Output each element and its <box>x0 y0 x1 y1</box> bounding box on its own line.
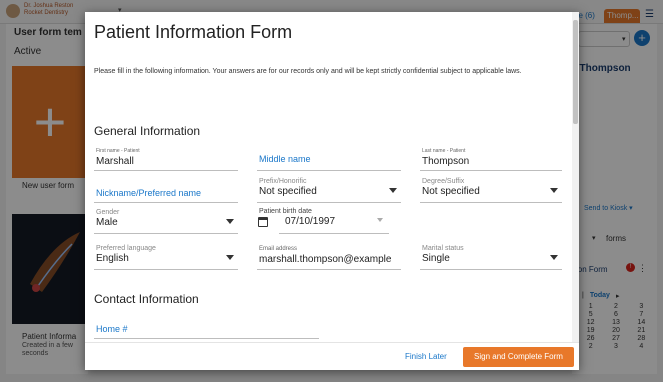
dialog-footer: Finish Later Sign and Complete Form <box>85 342 579 370</box>
field-underline <box>94 269 238 270</box>
first-name-value: Marshall <box>96 156 134 167</box>
language-select[interactable]: Preferred language English <box>94 245 238 271</box>
email-value: marshall.thompson@example <box>259 254 392 265</box>
field-underline <box>94 170 238 171</box>
degree-select[interactable]: Degree/Suffix Not specified <box>420 178 562 204</box>
gender-select[interactable]: Gender Male <box>94 209 238 235</box>
finish-later-button[interactable]: Finish Later <box>405 349 447 365</box>
email-field[interactable]: Email address marshall.thompson@example <box>257 246 401 271</box>
language-value: English <box>96 253 129 264</box>
dropdown-arrow-icon <box>226 255 234 260</box>
birth-date-value: 07/10/1997 <box>285 216 336 227</box>
field-underline <box>257 170 401 171</box>
prefix-value: Not specified <box>259 186 317 197</box>
prefix-select[interactable]: Prefix/Honorific Not specified <box>257 178 401 204</box>
gender-label: Gender <box>96 209 120 216</box>
degree-label: Degree/Suffix <box>422 178 465 185</box>
contact-information-heading: Contact Information <box>94 292 199 306</box>
home-phone-placeholder: Home # <box>96 324 128 334</box>
last-name-field[interactable]: Last name - Patient Thompson <box>420 148 562 172</box>
field-underline <box>420 170 562 171</box>
email-label: Email address <box>259 246 298 252</box>
scrollbar-thumb[interactable] <box>573 20 578 124</box>
sign-and-complete-button[interactable]: Sign and Complete Form <box>463 347 574 367</box>
field-underline <box>94 202 238 203</box>
first-name-label: First name - Patient <box>96 148 140 154</box>
general-information-heading: General Information <box>94 124 201 138</box>
field-underline <box>94 338 319 339</box>
dialog-intro: Please fill in the following information… <box>94 68 522 75</box>
field-underline <box>257 269 401 270</box>
nickname-placeholder: Nickname/Preferred name <box>96 188 202 198</box>
field-underline <box>94 233 238 234</box>
middle-name-field[interactable]: Middle name <box>257 148 401 172</box>
marital-status-label: Marital status <box>422 245 464 252</box>
dropdown-arrow-icon <box>550 255 558 260</box>
middle-name-placeholder: Middle name <box>259 154 311 164</box>
nickname-field[interactable]: Nickname/Preferred name <box>94 180 238 204</box>
dropdown-arrow-icon <box>389 188 397 193</box>
degree-value: Not specified <box>422 186 480 197</box>
language-label: Preferred language <box>96 245 156 252</box>
dialog-title: Patient Information Form <box>94 22 293 42</box>
field-underline <box>420 202 562 203</box>
home-phone-field[interactable]: Home # <box>94 320 319 340</box>
dropdown-arrow-icon <box>377 218 383 222</box>
patient-information-dialog: Patient Information Form Please fill in … <box>85 12 579 370</box>
calendar-icon[interactable] <box>258 217 268 227</box>
dropdown-arrow-icon <box>550 188 558 193</box>
field-underline <box>420 269 562 270</box>
birth-date-label: Patient birth date <box>259 208 312 215</box>
first-name-field[interactable]: First name - Patient Marshall <box>94 148 238 172</box>
birth-date-field[interactable]: Patient birth date 07/10/1997 <box>257 208 389 235</box>
last-name-value: Thompson <box>422 156 470 167</box>
dropdown-arrow-icon <box>226 219 234 224</box>
prefix-label: Prefix/Honorific <box>259 178 307 185</box>
marital-status-select[interactable]: Marital status Single <box>420 245 562 271</box>
last-name-label: Last name - Patient <box>422 148 466 154</box>
field-underline <box>279 233 389 234</box>
gender-value: Male <box>96 217 118 228</box>
marital-status-value: Single <box>422 253 450 264</box>
dialog-scrollbar[interactable] <box>572 12 579 342</box>
field-underline <box>257 202 401 203</box>
